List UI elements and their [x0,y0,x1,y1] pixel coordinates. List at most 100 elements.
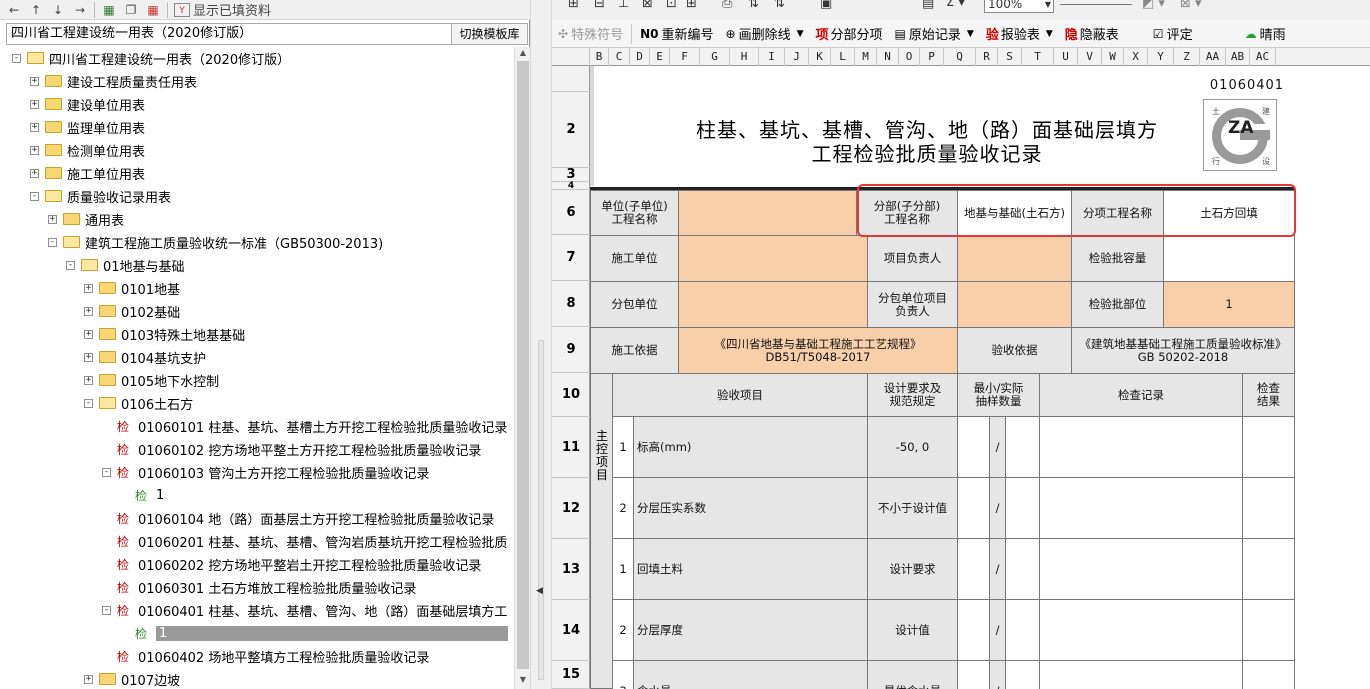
form-spreadsheet[interactable]: B C D E F G H I J K L M N O P Q R S T U V W X Y Z AA AB AC 23467891… [552,48,1370,689]
raw-record-button[interactable]: ▤ 原始记录 ▼ [889,20,980,48]
column-header-cell[interactable]: R [976,48,998,66]
tree-node[interactable]: 检 01060402 场地平整填方工程检验批质量验收记录 [102,645,429,667]
tree-node[interactable]: - 01地基与基础 [66,254,185,276]
switch-template-button[interactable]: 切换模板库 [451,24,527,44]
renumber-button[interactable]: N0 重新编号 [634,20,719,48]
row-header-cell[interactable]: 2 [552,92,590,168]
item-min-sample[interactable] [957,477,990,539]
arrow-right-icon[interactable]: → [72,3,88,17]
construction-basis-value[interactable]: 《四川省地基与基础工程施工工艺规程》 DB51/T5048-2017 [678,327,958,374]
tree-node[interactable]: - 质量验收记录用表 [30,185,171,207]
tree-node[interactable]: + 建设工程质量责任用表 [30,70,197,92]
sheet-corner[interactable] [552,48,590,66]
tree-node[interactable]: 检1 [120,622,509,644]
item-check-record[interactable] [1039,538,1243,600]
expand-icon[interactable]: + [30,122,39,132]
batch-capacity-cell[interactable] [1163,235,1295,282]
tree-node[interactable]: +0103特殊土地基基础 [84,323,245,345]
project-manager-cell[interactable] [957,235,1072,282]
subcontractor-cell[interactable] [678,281,868,328]
column-header-cell[interactable]: H [730,48,759,66]
evaluate-button[interactable]: ☑ 评定 [1147,20,1199,48]
batch-location-cell[interactable]: 1 [1163,281,1295,328]
expand-icon[interactable]: + [84,329,93,339]
add-table-icon[interactable]: ▦ [101,3,117,17]
unit-name-cell[interactable] [678,190,857,236]
tree-node[interactable]: - 0106土石方 [84,392,193,414]
item-actual-sample[interactable] [1005,477,1040,539]
splitter-scrollbar[interactable] [538,340,544,680]
tree-node[interactable]: 检 01060201 柱基、基坑、基槽、管沟岩质基坑开挖工程检验批质 [102,530,507,552]
expand-icon[interactable]: + [48,214,57,224]
item-min-sample[interactable] [957,538,990,600]
tree-node[interactable]: +0102基础 [84,300,180,322]
collapse-left-icon[interactable]: ◀ [536,586,543,596]
tree-node[interactable]: + 通用表 [48,208,124,230]
tree-node[interactable]: +0107边坡 [84,668,180,689]
contractor-cell[interactable] [678,235,868,282]
expand-icon[interactable]: + [84,674,93,684]
row-header-cell[interactable]: 6 [552,190,590,235]
row-header-cell[interactable]: 8 [552,281,590,327]
item-min-sample[interactable] [957,416,990,478]
tree-node[interactable]: 检 01060101 柱基、基坑、基槽土方开挖工程检验批质量验收记录 [102,415,507,437]
tree-node[interactable]: - 检 01060103 管沟土方开挖工程检验批质量验收记录 [102,461,429,483]
weather-button[interactable]: ☁ 晴雨 [1239,20,1292,48]
item-min-sample[interactable] [957,660,990,689]
item-check-result[interactable] [1242,477,1295,539]
hidden-table-button[interactable]: 隐隐蔽表 [1059,20,1125,48]
row-header-cell[interactable]: 9 [552,327,590,373]
report-button[interactable]: 验报验表 ▼ [980,20,1059,48]
format-icon[interactable]: ⊟ [594,0,605,11]
tree-node[interactable]: +0105地下水控制 [84,369,219,391]
expand-icon[interactable]: + [30,76,39,86]
row-header-cell[interactable]: 14 [552,600,590,661]
scroll-up-icon[interactable]: ▲ [517,48,529,60]
collapse-icon[interactable]: - [102,605,111,615]
column-header-cell[interactable]: B [590,48,609,66]
tree-node[interactable]: - 建筑工程施工质量验收统一标准（GB50300-2013) [48,231,383,253]
column-header-cell[interactable]: T [1022,48,1054,66]
row-header-cell[interactable]: 7 [552,235,590,281]
show-filled-button[interactable]: Y 显示已填资料 [174,0,271,19]
column-header-cell[interactable]: S [998,48,1022,66]
item-check-result[interactable] [1242,416,1295,478]
item-actual-sample[interactable] [1005,416,1040,478]
tree-node[interactable]: 检 01060202 挖方场地平整岩土开挖工程检验批质量验收记录 [102,553,481,575]
tree-node[interactable]: + 检测单位用表 [30,139,145,161]
row-header-cell[interactable]: 12 [552,478,590,539]
calculator-icon[interactable]: ▤ [922,0,934,11]
column-header-cell[interactable]: P [920,48,944,66]
row-header-cell[interactable]: 15 [552,661,590,689]
insert-icon[interactable]: ⊡ [666,0,677,11]
column-header-cell[interactable]: J [785,48,809,66]
expand-icon[interactable]: + [30,99,39,109]
item-min-sample[interactable] [957,599,990,661]
tree-node[interactable]: +0101地基 [84,277,180,299]
special-symbol-button[interactable]: ✣ 特殊符号 [552,20,629,48]
column-header-cell[interactable]: O [899,48,920,66]
column-header-cell[interactable]: AB [1226,48,1250,66]
expand-icon[interactable]: + [30,168,39,178]
collapse-icon[interactable]: - [12,53,21,63]
column-header-cell[interactable]: E [650,48,670,66]
column-header-cell[interactable]: W [1102,48,1124,66]
tree-node[interactable]: + 监理单位用表 [30,116,145,138]
arrow-up-icon[interactable]: ↑ [28,3,44,17]
column-header-cell[interactable]: D [630,48,650,66]
row-header-cell[interactable] [552,66,590,92]
column-header-cell[interactable]: C [609,48,630,66]
column-header-cell[interactable]: I [759,48,785,66]
item-check-record[interactable] [1039,416,1243,478]
column-header-cell[interactable]: K [809,48,831,66]
expand-icon[interactable]: + [30,145,39,155]
row-header-cell[interactable]: 4 [552,181,590,191]
tree-node[interactable]: 检 01060301 土石方堆放工程检验批质量验收记录 [102,576,416,598]
pin-icon[interactable]: ⊥ [618,0,629,11]
delete-table-icon[interactable]: ▦ [145,3,161,17]
item-check-record[interactable] [1039,599,1243,661]
collapse-icon[interactable]: - [30,191,39,201]
column-header-cell[interactable]: V [1078,48,1102,66]
copy-icon[interactable]: ❐ [123,3,139,17]
tree-node[interactable]: + 施工单位用表 [30,162,145,184]
